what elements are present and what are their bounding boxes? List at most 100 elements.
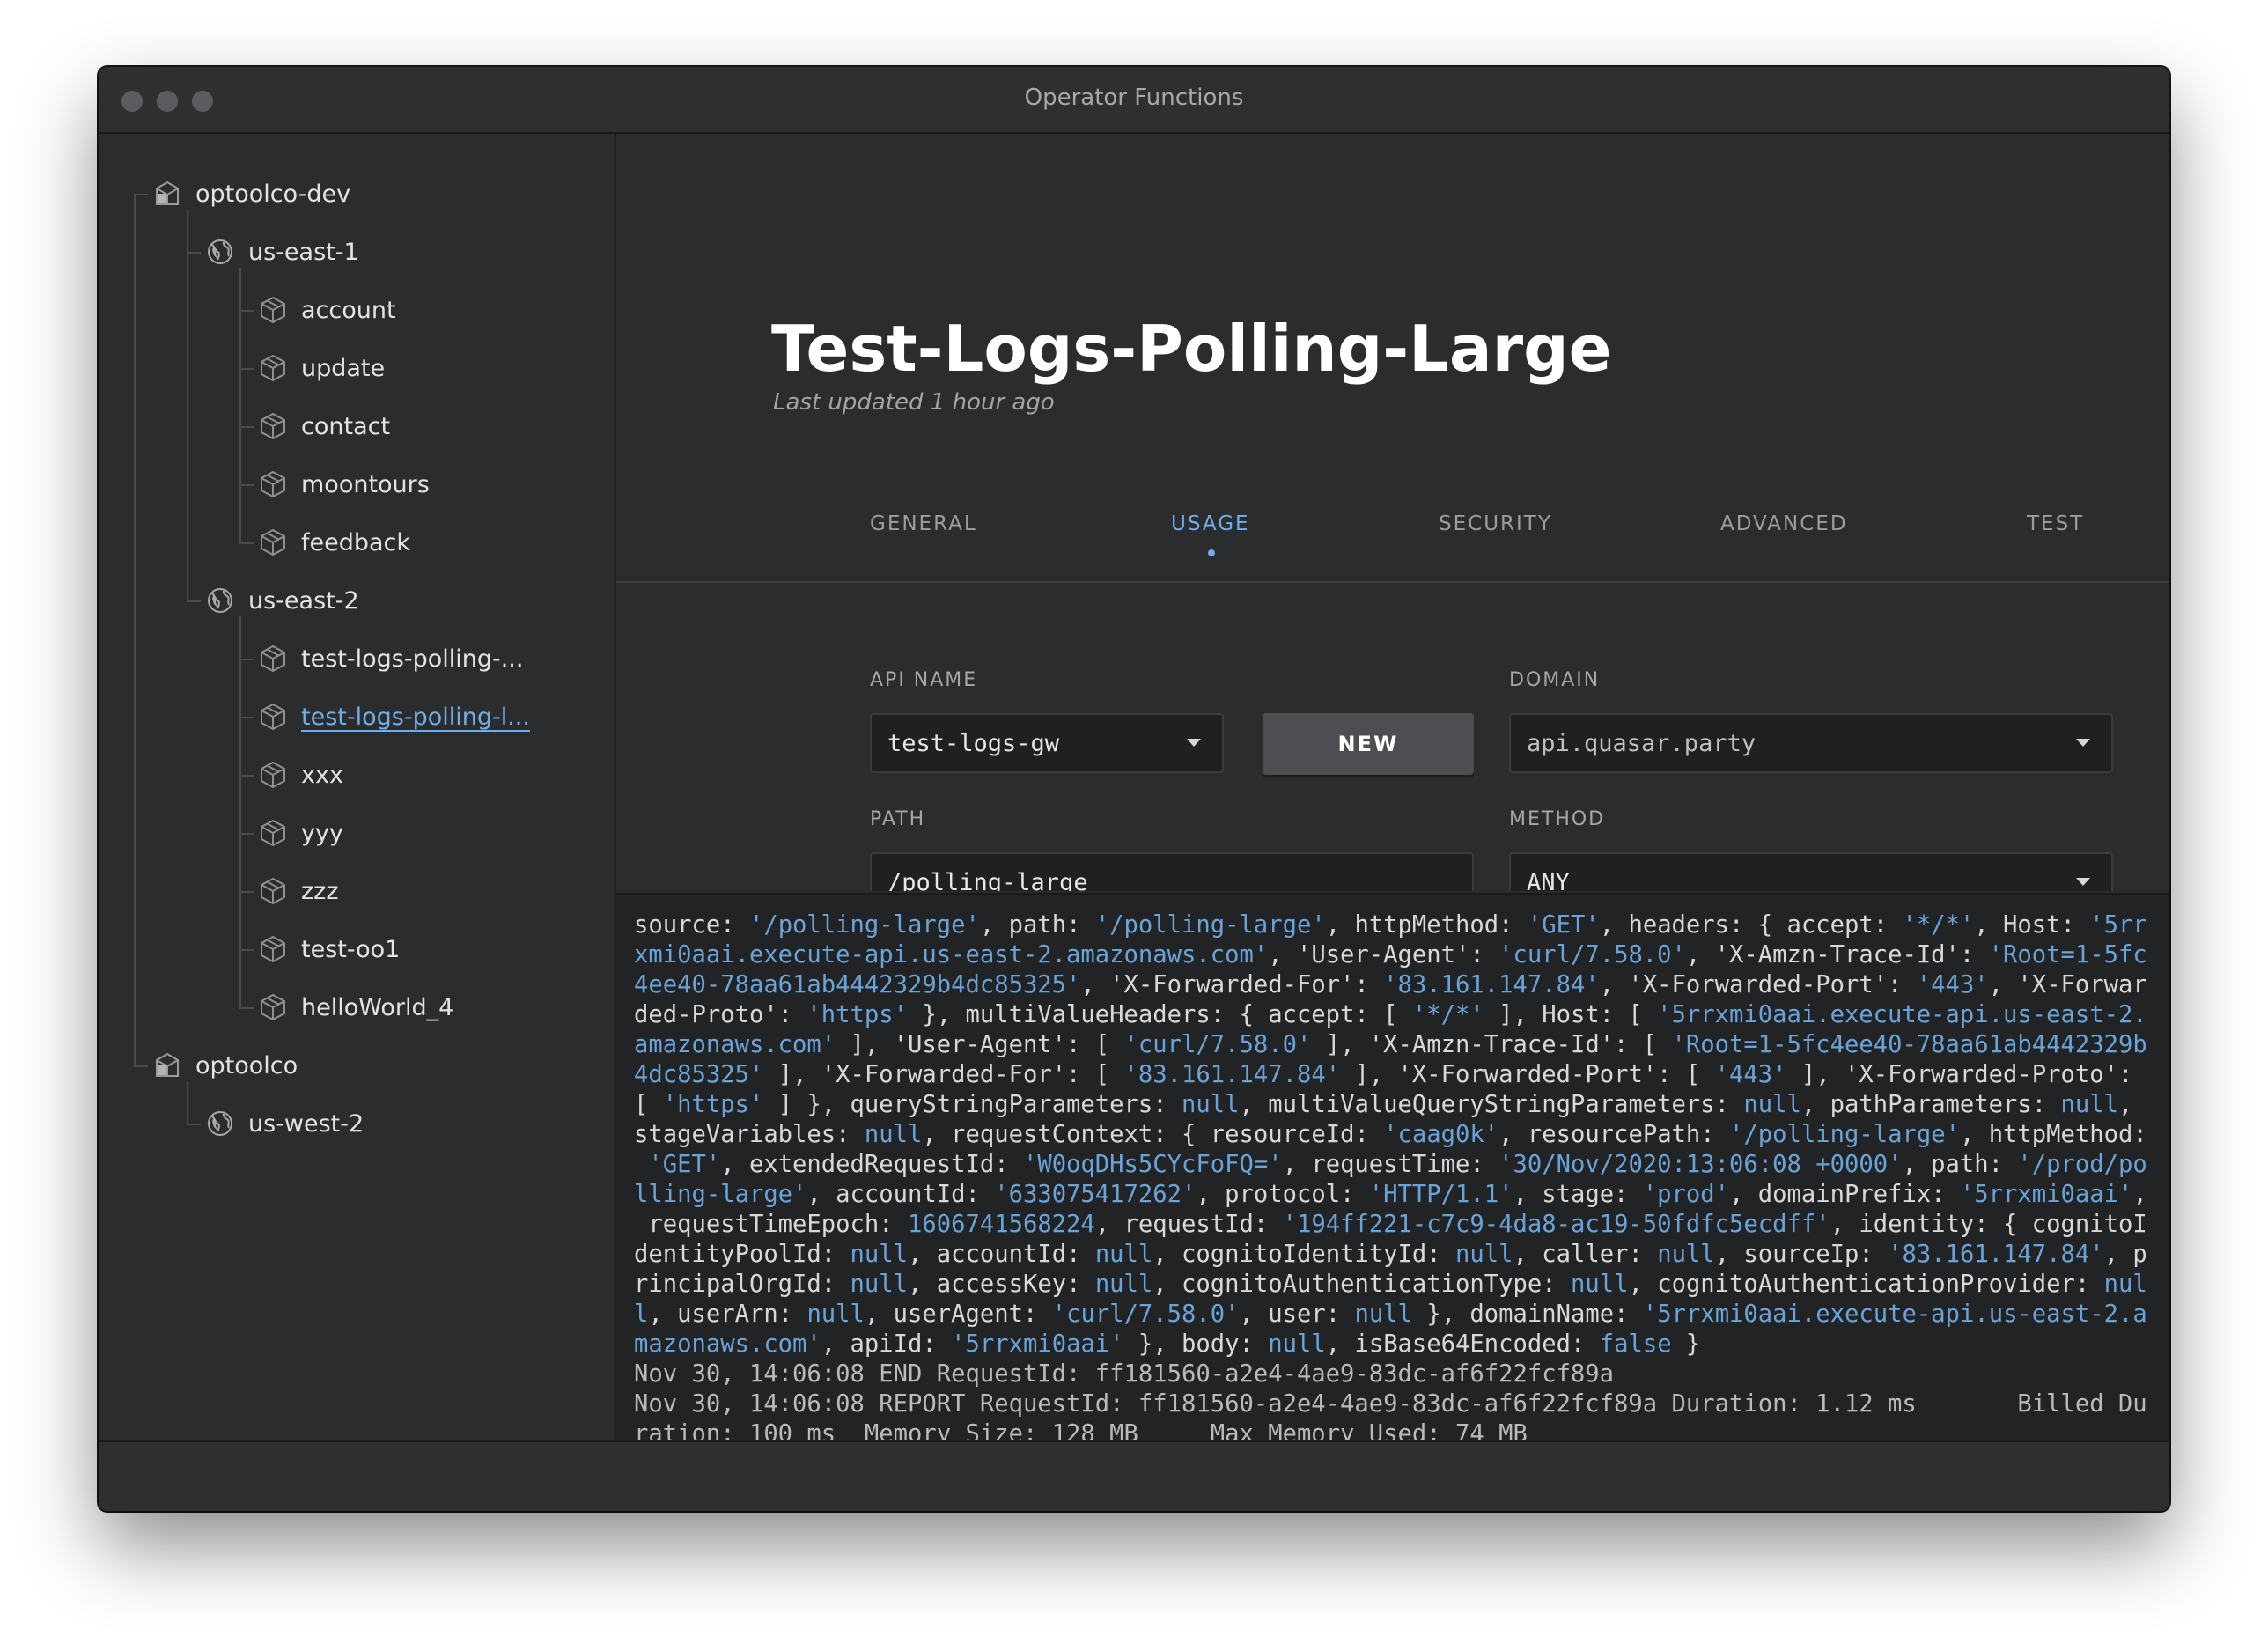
log-value: false (1599, 1330, 1672, 1358)
log-value: null (1094, 1241, 1153, 1268)
path-input[interactable]: /polling-large (870, 852, 1474, 891)
method-select[interactable]: ANY (1509, 852, 2113, 891)
log-console[interactable]: source: '/polling-large', path: '/pollin… (616, 893, 2169, 1511)
tab-general[interactable]: GENERAL (870, 512, 977, 535)
tree-item[interactable]: helloWorld_4 (257, 983, 453, 1032)
log-text: , cognitoAuthenticationType: (1152, 1271, 1571, 1298)
api-name-label: API NAME (870, 669, 978, 691)
log-value: null (1455, 1241, 1513, 1268)
tree-item[interactable]: zzz (257, 866, 339, 916)
tree-item[interactable]: test-oo1 (257, 925, 400, 974)
log-text: , cognitoAuthenticationProvider: (1628, 1271, 2104, 1298)
log-text: , requestContext: { resourceId: (922, 1121, 1384, 1148)
log-text: , extendedRequestId: (720, 1151, 1023, 1178)
log-line: dentityPoolId: null, accountId: null, co… (634, 1240, 2169, 1270)
tab-bar: GENERAL USAGE SECURITY ADVANCED TEST (616, 512, 2169, 562)
function-cube-icon (257, 759, 289, 791)
log-value: 'GET' (1527, 911, 1600, 939)
tabs-divider (616, 581, 2169, 583)
tree-item-label: test-oo1 (301, 935, 401, 963)
log-line: l, userArn: null, userAgent: 'curl/7.58.… (634, 1300, 2169, 1330)
tree-item[interactable]: feedback (257, 518, 410, 567)
tree-item[interactable]: us-west-2 (204, 1099, 364, 1148)
tree-item-label: test-logs-polling-... (301, 645, 524, 673)
log-value: '/polling-large' (748, 911, 980, 939)
tree-item-label: us-east-1 (248, 238, 359, 266)
tree-connector (239, 310, 254, 312)
log-line: lling-large', accountId: '633075417262',… (634, 1180, 2169, 1210)
active-tab-indicator (1208, 549, 1215, 556)
tree-connector (134, 1065, 148, 1067)
tree-item[interactable]: us-east-2 (204, 576, 359, 625)
tree-item[interactable]: update (257, 343, 385, 393)
new-api-button[interactable]: NEW (1263, 713, 1474, 775)
tree-connector (187, 600, 201, 602)
tree-item[interactable]: test-logs-polling-l... (257, 692, 530, 741)
log-text: , 'X-Forwarded-For': (1080, 971, 1384, 998)
tree-item[interactable]: optoolco-dev (151, 169, 350, 218)
log-line: ded-Proto': 'https' }, multiValueHeaders… (634, 1000, 2169, 1030)
function-cube-icon (257, 468, 289, 500)
log-text: , domainPrefix: (1729, 1181, 1960, 1208)
organization-icon (151, 1050, 183, 1081)
log-text: , stage: (1513, 1181, 1643, 1208)
api-name-select[interactable]: test-logs-gw (870, 713, 1224, 773)
log-text: , httpMethod: (1959, 1121, 2147, 1148)
log-text: , path: (1902, 1151, 2018, 1178)
log-value: '5rrxmi0aai.execute-api.us-east-2.a (1642, 1300, 2147, 1328)
log-value: '5rrxmi0aai.execute-api.us-east-2. (1657, 1001, 2147, 1028)
tab-test[interactable]: TEST (2027, 512, 2084, 535)
log-line: rincipalOrgId: null, accessKey: null, co… (634, 1270, 2169, 1300)
tree-item-label: zzz (301, 877, 339, 905)
tree-connector (239, 949, 254, 951)
function-cube-icon (257, 352, 289, 384)
organization-icon (151, 178, 183, 210)
tree-item-label: optoolco (195, 1051, 298, 1079)
log-value: xmi0aai.execute-api.us-east-2.amazonaws.… (634, 941, 1269, 969)
log-text: ], 'X-Forwarded-Proto': (1786, 1061, 2133, 1088)
tree-item[interactable]: xxx (257, 750, 343, 799)
tree-item[interactable]: account (257, 285, 396, 335)
log-text: , requestId: (1094, 1211, 1283, 1238)
log-value: null (806, 1300, 865, 1328)
tree-item[interactable]: contact (257, 402, 390, 451)
log-value: 4ee40-78aa61ab4442329b4dc85325' (634, 971, 1081, 998)
log-value: '*/*' (1411, 1001, 1484, 1028)
log-text: ] }, queryStringParameters: (763, 1091, 1182, 1118)
tree-item-label: contact (301, 412, 391, 440)
tree-item-label: helloWorld_4 (301, 993, 454, 1021)
tree-item-label: update (301, 354, 386, 382)
method-value: ANY (1527, 868, 1570, 892)
log-text: }, multiValueHeaders: { accept: [ (908, 1001, 1412, 1028)
log-value: '5rrxmi0aai' (1959, 1181, 2133, 1208)
log-text: } (1671, 1330, 1701, 1358)
tree-item[interactable]: us-east-1 (204, 227, 359, 276)
tree-connector (239, 484, 254, 486)
tree-connector (187, 252, 201, 254)
tree-item[interactable]: optoolco (151, 1041, 298, 1090)
title-bar: Operator Functions (99, 67, 2169, 134)
tab-usage[interactable]: USAGE (1171, 512, 1250, 535)
function-cube-icon (257, 294, 289, 326)
tree-item[interactable]: test-logs-polling-... (257, 634, 523, 683)
path-label: PATH (870, 808, 926, 830)
log-value: '5rrxmi0aai' (951, 1330, 1124, 1358)
tree-item[interactable]: moontours (257, 460, 430, 509)
domain-select[interactable]: api.quasar.party (1509, 713, 2113, 773)
log-value: null (850, 1241, 909, 1268)
log-line: 4dc85325' ], 'X-Forwarded-For': [ '83.16… (634, 1060, 2169, 1090)
log-text: , protocol: (1196, 1181, 1369, 1208)
log-value: 1606741568224 (908, 1211, 1095, 1238)
log-text: , accountId: (806, 1181, 995, 1208)
tree-connector (239, 775, 254, 777)
tree-connector (134, 194, 148, 195)
log-value: 'caag0k' (1383, 1121, 1499, 1148)
window-title: Operator Functions (1024, 85, 1244, 111)
tree-item-label: us-east-2 (248, 586, 359, 615)
log-text: , userArn: (648, 1300, 807, 1328)
tree-item[interactable]: yyy (257, 808, 343, 858)
log-text: rincipalOrgId: (634, 1271, 850, 1298)
tab-security[interactable]: SECURITY (1439, 512, 1552, 535)
tab-advanced[interactable]: ADVANCED (1720, 512, 1848, 535)
